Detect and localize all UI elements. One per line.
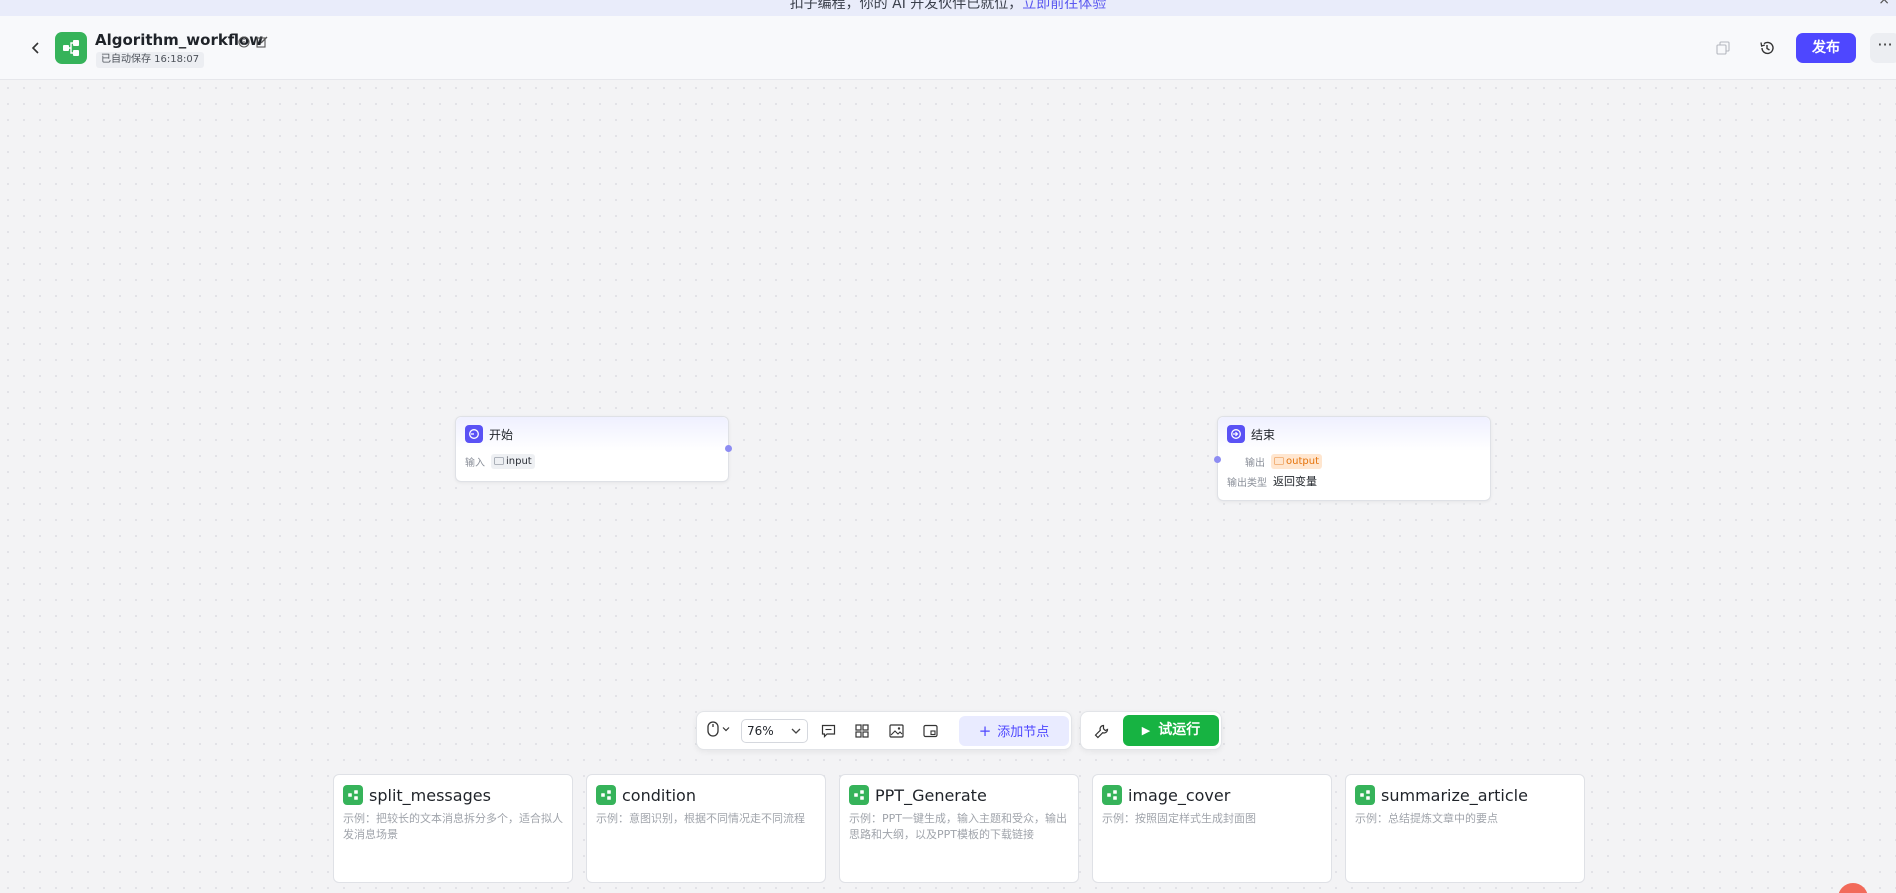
template-card[interactable]: condition 示例：意图识别，根据不同情况走不同流程 (586, 774, 826, 883)
workflow-icon (1102, 785, 1122, 805)
end-node-icon (1227, 425, 1245, 443)
interaction-mode-toggle[interactable] (707, 721, 731, 737)
template-title: image_cover (1128, 785, 1231, 805)
workflow-icon (343, 785, 363, 805)
template-card[interactable]: summarize_article 示例：总结提炼文章中的要点 (1345, 774, 1585, 883)
template-desc: 示例：意图识别，根据不同情况走不同流程 (596, 812, 805, 825)
mouse-icon (707, 721, 719, 737)
autosave-status: 已自动保存 16:18:07 (96, 52, 205, 68)
edit-icon[interactable] (256, 33, 268, 52)
start-input-label: 输入 (465, 457, 485, 469)
workflow-icon (596, 785, 616, 805)
history-icon[interactable] (1755, 36, 1779, 60)
end-output-var: output (1271, 453, 1322, 469)
banner-close-icon[interactable]: × (1878, 0, 1890, 7)
run-toolbar: ▶ 试运行 (1080, 711, 1222, 750)
template-card[interactable]: split_messages 示例：把较长的文本消息拆分多个，适合拟人发消息场景 (333, 774, 573, 883)
banner-link[interactable]: 立即前往体验 (1022, 0, 1106, 12)
publish-button[interactable]: 发布 (1796, 33, 1856, 63)
template-desc: 示例：PPT一键生成，输入主题和受众，输出思路和大纲，以及PPT模板的下载链接 (849, 812, 1067, 841)
template-desc: 示例：把较长的文本消息拆分多个，适合拟人发消息场景 (343, 812, 563, 841)
banner-text: 扣子编程，你的 AI 开发伙伴已就位， (789, 0, 1023, 12)
top-banner: 扣子编程，你的 AI 开发伙伴已就位，立即前往体验 × (0, 0, 1896, 16)
more-options-button[interactable]: ··· (1870, 33, 1896, 63)
canvas-toolbar: 76% + 添加节点 (696, 711, 1072, 750)
start-output-port[interactable] (725, 445, 732, 452)
string-type-icon (494, 457, 504, 465)
end-output-type-label: 输出类型 (1227, 477, 1267, 489)
workflow-canvas[interactable]: 开始 输入 input 结束 输出 output 输出类型 返回变量 (0, 80, 1896, 893)
chevron-left-icon (31, 42, 39, 54)
end-output-type-value: 返回变量 (1273, 475, 1317, 488)
template-title: condition (622, 785, 696, 805)
string-type-icon (1274, 457, 1284, 465)
workflow-logo-icon (55, 32, 87, 64)
end-input-port[interactable] (1214, 456, 1221, 463)
minimap-icon[interactable] (920, 721, 940, 741)
comment-icon[interactable] (818, 721, 838, 741)
workflow-icon (1355, 785, 1375, 805)
wrench-icon[interactable] (1091, 721, 1111, 741)
workflow-icon (849, 785, 869, 805)
template-title: PPT_Generate (875, 785, 987, 805)
back-button[interactable] (24, 36, 48, 60)
end-node-title: 结束 (1251, 427, 1276, 442)
template-desc: 示例：按照固定样式生成封面图 (1102, 812, 1256, 825)
end-node[interactable]: 结束 输出 output 输出类型 返回变量 (1217, 416, 1491, 501)
end-output-label: 输出 (1245, 457, 1265, 469)
layout-grid-icon[interactable] (852, 721, 872, 741)
chevron-down-icon (791, 728, 801, 734)
template-desc: 示例：总结提炼文章中的要点 (1355, 812, 1498, 825)
image-icon[interactable] (886, 721, 906, 741)
template-card[interactable]: PPT_Generate 示例：PPT一键生成，输入主题和受众，输出思路和大纲，… (839, 774, 1079, 883)
copy-icon[interactable] (1711, 36, 1735, 60)
plus-icon: + (978, 722, 992, 740)
template-title: summarize_article (1381, 785, 1528, 805)
start-node[interactable]: 开始 输入 input (455, 416, 729, 482)
zoom-select[interactable]: 76% (741, 719, 808, 743)
chevron-down-icon (722, 727, 730, 732)
app-header: Algorithm_workflow 已自动保存 16:18:07 发布 ··· (0, 16, 1896, 80)
play-icon: ▶ (1141, 724, 1151, 737)
template-title: split_messages (369, 785, 491, 805)
template-card[interactable]: image_cover 示例：按照固定样式生成封面图 (1092, 774, 1332, 883)
test-run-button[interactable]: ▶ 试运行 (1123, 715, 1219, 746)
start-input-var: input (491, 453, 535, 469)
info-icon[interactable] (238, 33, 250, 52)
start-node-icon (465, 425, 483, 443)
start-node-title: 开始 (489, 427, 514, 442)
add-node-button[interactable]: + 添加节点 (959, 716, 1069, 746)
